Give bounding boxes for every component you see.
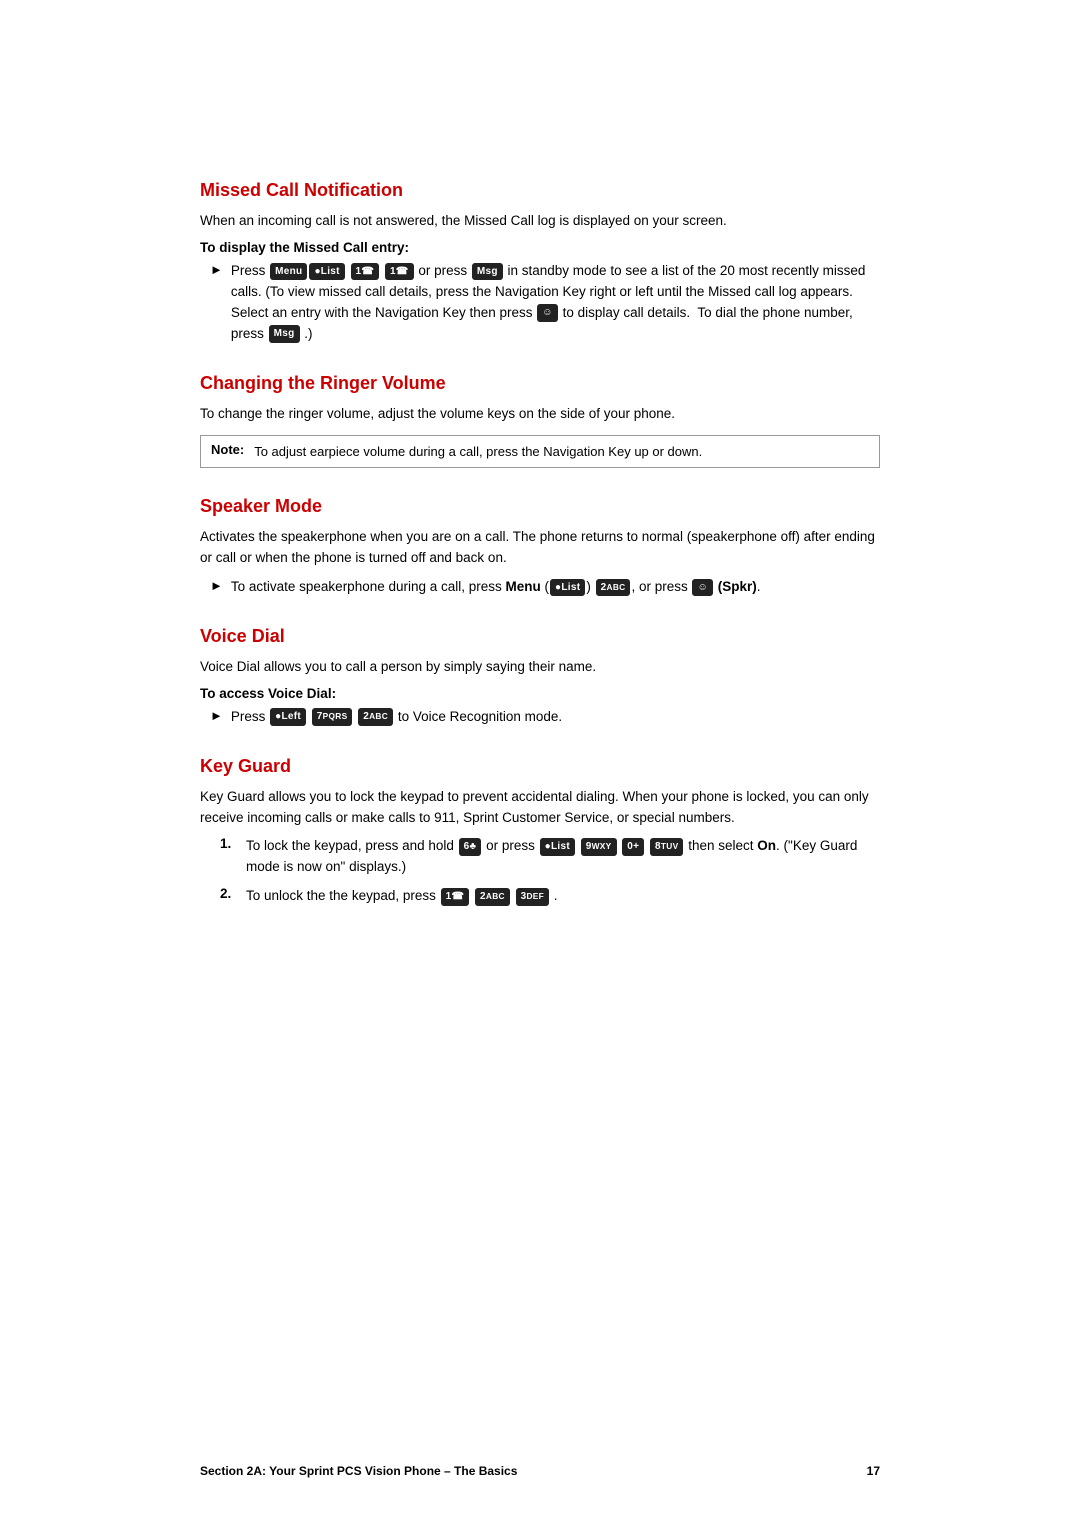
key-2abc2: 2ABC — [358, 708, 393, 726]
key-menu: Menu — [270, 263, 307, 281]
key-1b: 1☎ — [385, 263, 414, 281]
keyguard-item-1: 1. To lock the keypad, press and hold 6♣… — [220, 836, 880, 878]
speaker-bullet-text: To activate speakerphone during a call, … — [231, 577, 880, 598]
key-left: ●Left — [270, 708, 306, 726]
key-spkr2: ☺ — [692, 579, 713, 597]
key-8tuv: 8TUV — [650, 838, 683, 856]
key-spkr1: ☺ — [537, 304, 558, 322]
missed-call-bullet: ► Press Menu●List 1☎ 1☎ or press Msg in … — [210, 261, 880, 345]
speaker-body: Activates the speakerphone when you are … — [200, 527, 880, 569]
voice-body: Voice Dial allows you to call a person b… — [200, 657, 880, 678]
key-msg2: Msg — [269, 325, 300, 343]
key-1a: 1☎ — [351, 263, 380, 281]
missed-call-label: To display the Missed Call entry: — [200, 240, 880, 255]
footer-section-label: Section 2A: Your Sprint PCS Vision Phone… — [200, 1464, 517, 1478]
missed-call-bullet-text: Press Menu●List 1☎ 1☎ or press Msg in st… — [231, 261, 880, 345]
number-2: 2. — [220, 886, 238, 901]
note-box: Note: To adjust earpiece volume during a… — [200, 435, 880, 469]
key-3def: 3DEF — [516, 888, 549, 906]
voice-bullet: ► Press ●Left 7PQRS 2ABC to Voice Recogn… — [210, 707, 880, 728]
section-key-guard: Key Guard Key Guard allows you to lock t… — [200, 756, 880, 908]
ringer-body: To change the ringer volume, adjust the … — [200, 404, 880, 425]
keyguard-text-2: To unlock the the keypad, press 1☎ 2ABC … — [246, 886, 880, 907]
key-9wxy: 9WXY — [581, 838, 617, 856]
key-1c: 1☎ — [441, 888, 470, 906]
keyguard-body: Key Guard allows you to lock the keypad … — [200, 787, 880, 829]
page-footer: Section 2A: Your Sprint PCS Vision Phone… — [200, 1464, 880, 1478]
section-title-missed-call: Missed Call Notification — [200, 180, 880, 201]
missed-call-body: When an incoming call is not answered, t… — [200, 211, 880, 232]
keyguard-list: 1. To lock the keypad, press and hold 6♣… — [220, 836, 880, 907]
key-6: 6♣ — [459, 838, 482, 856]
key-7pqrs: 7PQRS — [312, 708, 353, 726]
key-list1: ●List — [309, 263, 344, 281]
key-0plus: 0+ — [622, 838, 644, 856]
section-voice-dial: Voice Dial Voice Dial allows you to call… — [200, 626, 880, 728]
key-msg: Msg — [472, 263, 503, 281]
page: Missed Call Notification When an incomin… — [0, 0, 1080, 1528]
section-title-voice: Voice Dial — [200, 626, 880, 647]
number-1: 1. — [220, 836, 238, 851]
bullet-arrow-icon-2: ► — [210, 578, 223, 594]
note-label: Note: — [211, 442, 244, 457]
bullet-arrow-icon: ► — [210, 262, 223, 278]
key-list2: ●List — [540, 838, 575, 856]
key-list-spkr: ●List — [550, 579, 585, 597]
section-ringer-volume: Changing the Ringer Volume To change the… — [200, 373, 880, 468]
section-title-keyguard: Key Guard — [200, 756, 880, 777]
bullet-arrow-icon-3: ► — [210, 708, 223, 724]
section-missed-call: Missed Call Notification When an incomin… — [200, 180, 880, 345]
voice-bullet-text: Press ●Left 7PQRS 2ABC to Voice Recognit… — [231, 707, 880, 728]
voice-label: To access Voice Dial: — [200, 686, 880, 701]
footer-page-number: 17 — [867, 1464, 880, 1478]
key-2abc3: 2ABC — [475, 888, 510, 906]
section-title-speaker: Speaker Mode — [200, 496, 880, 517]
speaker-bullet: ► To activate speakerphone during a call… — [210, 577, 880, 598]
keyguard-item-2: 2. To unlock the the keypad, press 1☎ 2A… — [220, 886, 880, 907]
section-speaker-mode: Speaker Mode Activates the speakerphone … — [200, 496, 880, 598]
section-title-ringer: Changing the Ringer Volume — [200, 373, 880, 394]
key-2abc: 2ABC — [596, 579, 631, 597]
keyguard-text-1: To lock the keypad, press and hold 6♣ or… — [246, 836, 880, 878]
note-text: To adjust earpiece volume during a call,… — [254, 442, 702, 462]
